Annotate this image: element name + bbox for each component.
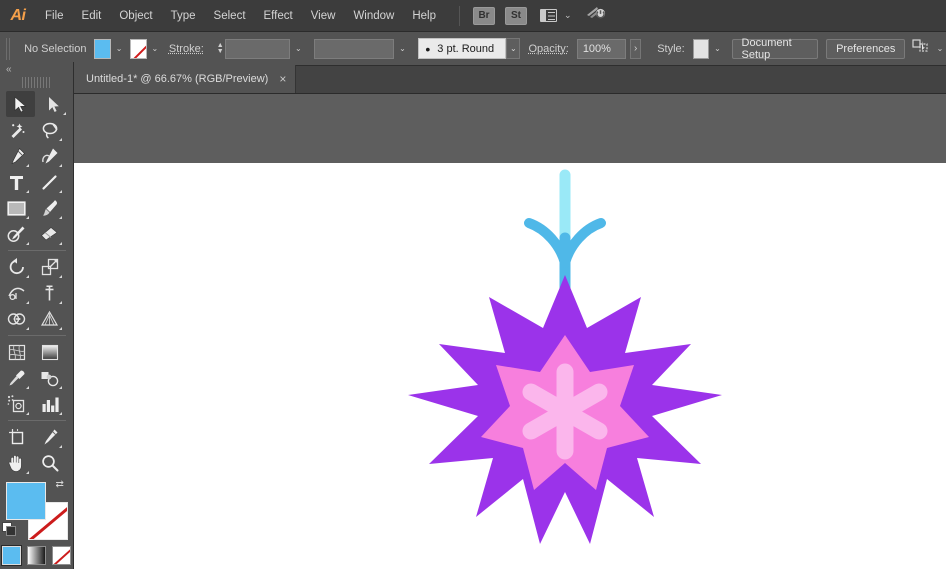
menu-edit[interactable]: Edit [73,0,111,32]
scale-tool[interactable] [35,254,64,280]
graphic-style-dropdown-icon[interactable]: ⌄ [711,39,723,59]
stroke-weight-stepper[interactable]: ▲ ▼ [216,39,225,59]
eraser-tool[interactable] [35,221,64,247]
symbol-sprayer-tool[interactable] [2,391,31,417]
stroke-weight-label: Stroke: [168,42,204,55]
menu-window[interactable]: Window [344,0,403,32]
gradient-tool[interactable] [35,339,64,365]
pen-tool[interactable] [2,143,31,169]
menu-effect[interactable]: Effect [255,0,302,32]
stroke-dropdown-icon[interactable]: ⌄ [149,39,161,59]
preferences-button[interactable]: Preferences [826,38,906,59]
control-bar: No Selection ⌄ ⌄ Stroke: ▲ ▼ ⌄ ⌄ • 3 pt. … [0,32,946,66]
align-dropdown-icon[interactable]: ⌄ [934,39,946,59]
fill-color-swatch[interactable] [5,482,46,520]
opacity-label: Opacity: [528,42,569,55]
zoom-tool[interactable] [35,450,64,476]
stroke-profile-input[interactable] [314,38,395,59]
tools-panel: « ⇄ [0,62,74,569]
free-transform-tool[interactable] [35,280,64,306]
bridge-button[interactable]: Br [473,6,495,25]
eyedropper-tool[interactable] [2,365,31,391]
menu-bar: Ai File Edit Object Type Select Effect V… [0,0,946,32]
tools-divider [8,250,66,251]
perspective-grid-tool[interactable] [35,306,64,332]
stroke-weight-dropdown-icon[interactable]: ⌄ [292,39,304,59]
color-mode-button[interactable] [1,545,22,566]
illustrator-window: Ai File Edit Object Type Select Effect V… [0,0,946,569]
hand-tool[interactable] [2,450,31,476]
align-arrange-icon[interactable] [912,38,932,60]
gradient-mode-button[interactable] [27,546,46,565]
fill-stroke-controls: ⇄ [1,479,68,540]
none-mode-button[interactable] [52,546,71,565]
menu-view[interactable]: View [302,0,345,32]
tools-divider [8,420,66,421]
selection-status: No Selection [24,42,87,55]
swap-fill-stroke-icon[interactable]: ⇄ [56,479,68,491]
mesh-tool[interactable] [2,339,31,365]
collapse-panel-icon[interactable]: « [0,62,73,76]
tools-panel-grip[interactable] [21,77,52,88]
paintbrush-tool[interactable] [35,195,64,221]
type-tool[interactable] [2,169,31,195]
rotate-tool[interactable] [2,254,31,280]
curvature-tool[interactable] [35,143,64,169]
menu-file[interactable]: File [36,0,73,32]
line-segment-tool[interactable] [35,169,64,195]
fill-dropdown-icon[interactable]: ⌄ [113,39,125,59]
document-setup-button[interactable]: Document Setup [731,37,819,61]
brush-definition-select[interactable]: • 3 pt. Round [418,38,507,59]
stroke-weight-input[interactable] [224,38,291,59]
magic-wand-tool[interactable] [2,117,31,143]
shape-builder-tool[interactable] [2,306,31,332]
menu-help[interactable]: Help [403,0,445,32]
stroke-swatch[interactable] [130,38,147,59]
control-bar-grip[interactable] [6,37,11,60]
selection-tool[interactable] [6,91,35,117]
opacity-options-icon[interactable]: › [630,38,642,59]
opacity-input[interactable]: 100% [576,38,627,59]
style-label: Style: [657,42,685,55]
width-tool[interactable] [2,280,31,306]
app-logo-icon: Ai [10,6,27,24]
blend-tool[interactable] [35,365,64,391]
menu-divider [459,5,460,26]
rectangle-tool[interactable] [2,195,31,221]
search-help-icon[interactable] [585,4,607,27]
stock-button[interactable]: St [505,6,527,25]
brush-definition-label: 3 pt. Round [437,42,495,55]
column-graph-tool[interactable] [35,391,64,417]
chevron-down-icon: ⌄ [564,10,572,20]
menu-object[interactable]: Object [110,0,161,32]
brush-definition-dropdown-icon[interactable]: ⌄ [506,38,521,59]
artwork-purple-flower-starburst[interactable] [74,163,946,569]
graphic-style-swatch[interactable] [692,38,710,59]
stroke-profile-dropdown-icon[interactable]: ⌄ [396,39,408,59]
tools-divider [8,335,66,336]
fill-mode-buttons [0,545,73,566]
menu-type[interactable]: Type [162,0,205,32]
document-tab-strip: Untitled-1* @ 66.67% (RGB/Preview) × [74,65,946,94]
lasso-tool[interactable] [35,117,64,143]
direct-selection-tool[interactable] [39,91,68,117]
default-fill-stroke-icon[interactable] [1,522,16,536]
document-tab-title: Untitled-1* @ 66.67% (RGB/Preview) [86,73,269,85]
tools-grid [0,91,74,476]
workspace-switcher[interactable]: ⌄ [540,9,572,22]
artboard-tool[interactable] [2,424,31,450]
workspace-icon [540,9,557,22]
document-tab[interactable]: Untitled-1* @ 66.67% (RGB/Preview) × [74,65,297,93]
artboard[interactable] [74,163,946,569]
close-icon[interactable]: × [279,73,286,85]
canvas-area[interactable] [74,94,946,569]
menu-select[interactable]: Select [205,0,255,32]
slice-tool[interactable] [35,424,64,450]
shaper-pencil-tool[interactable] [2,221,31,247]
fill-swatch[interactable] [94,38,112,59]
